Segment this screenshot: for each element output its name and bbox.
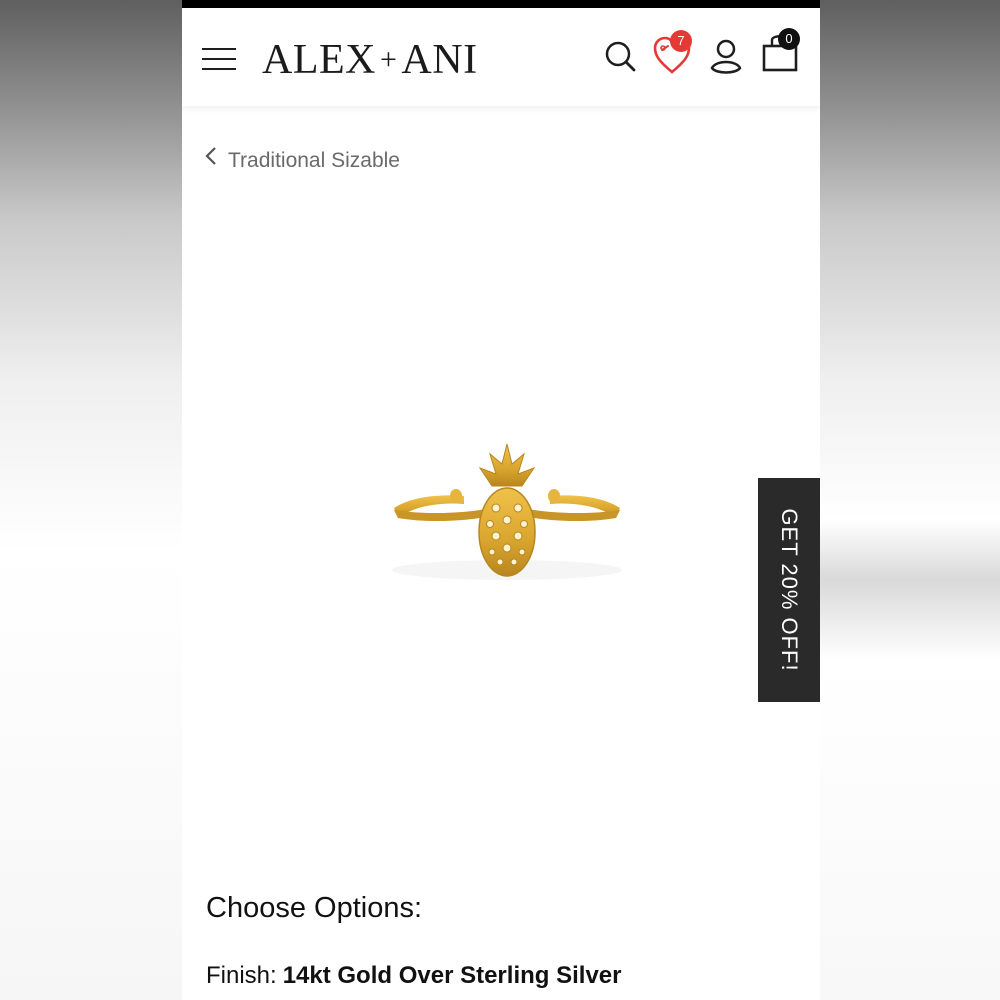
cart-button[interactable]: 0 — [760, 28, 806, 78]
promo-label: GET 20% OFF! — [777, 508, 802, 672]
finish-option-row[interactable]: Finish: 14kt Gold Over Sterling Silver — [206, 962, 621, 990]
wishlist-count-badge: 7 — [670, 30, 692, 52]
background-left — [0, 0, 182, 1000]
mobile-page: ALEX +ANI 7 0 Traditional Sizable GET 20… — [182, 0, 820, 1000]
hamburger-icon[interactable] — [202, 48, 236, 72]
finish-label: Finish: — [206, 962, 277, 989]
breadcrumb-back-link[interactable]: Traditional Sizable — [204, 143, 400, 179]
chevron-left-icon — [204, 143, 218, 179]
status-bar-strip — [182, 0, 820, 8]
discount-promo-tab[interactable]: GET 20% OFF! — [758, 478, 820, 702]
brand-logo[interactable]: ALEX +ANI — [262, 35, 478, 85]
user-icon[interactable] — [708, 38, 744, 78]
product-image[interactable] — [372, 420, 642, 600]
cart-count-badge: 0 — [778, 28, 800, 50]
site-header: ALEX +ANI 7 0 — [182, 8, 820, 106]
options-heading: Choose Options: — [206, 892, 423, 924]
wishlist-button[interactable]: 7 — [652, 30, 696, 78]
background-right — [820, 0, 1000, 1000]
brand-separator: + — [379, 43, 398, 76]
breadcrumb-label: Traditional Sizable — [228, 149, 400, 172]
search-icon[interactable] — [602, 38, 638, 74]
brand-right: ANI — [401, 37, 478, 83]
finish-value: 14kt Gold Over Sterling Silver — [282, 962, 622, 989]
brand-left: ALEX — [262, 37, 376, 83]
